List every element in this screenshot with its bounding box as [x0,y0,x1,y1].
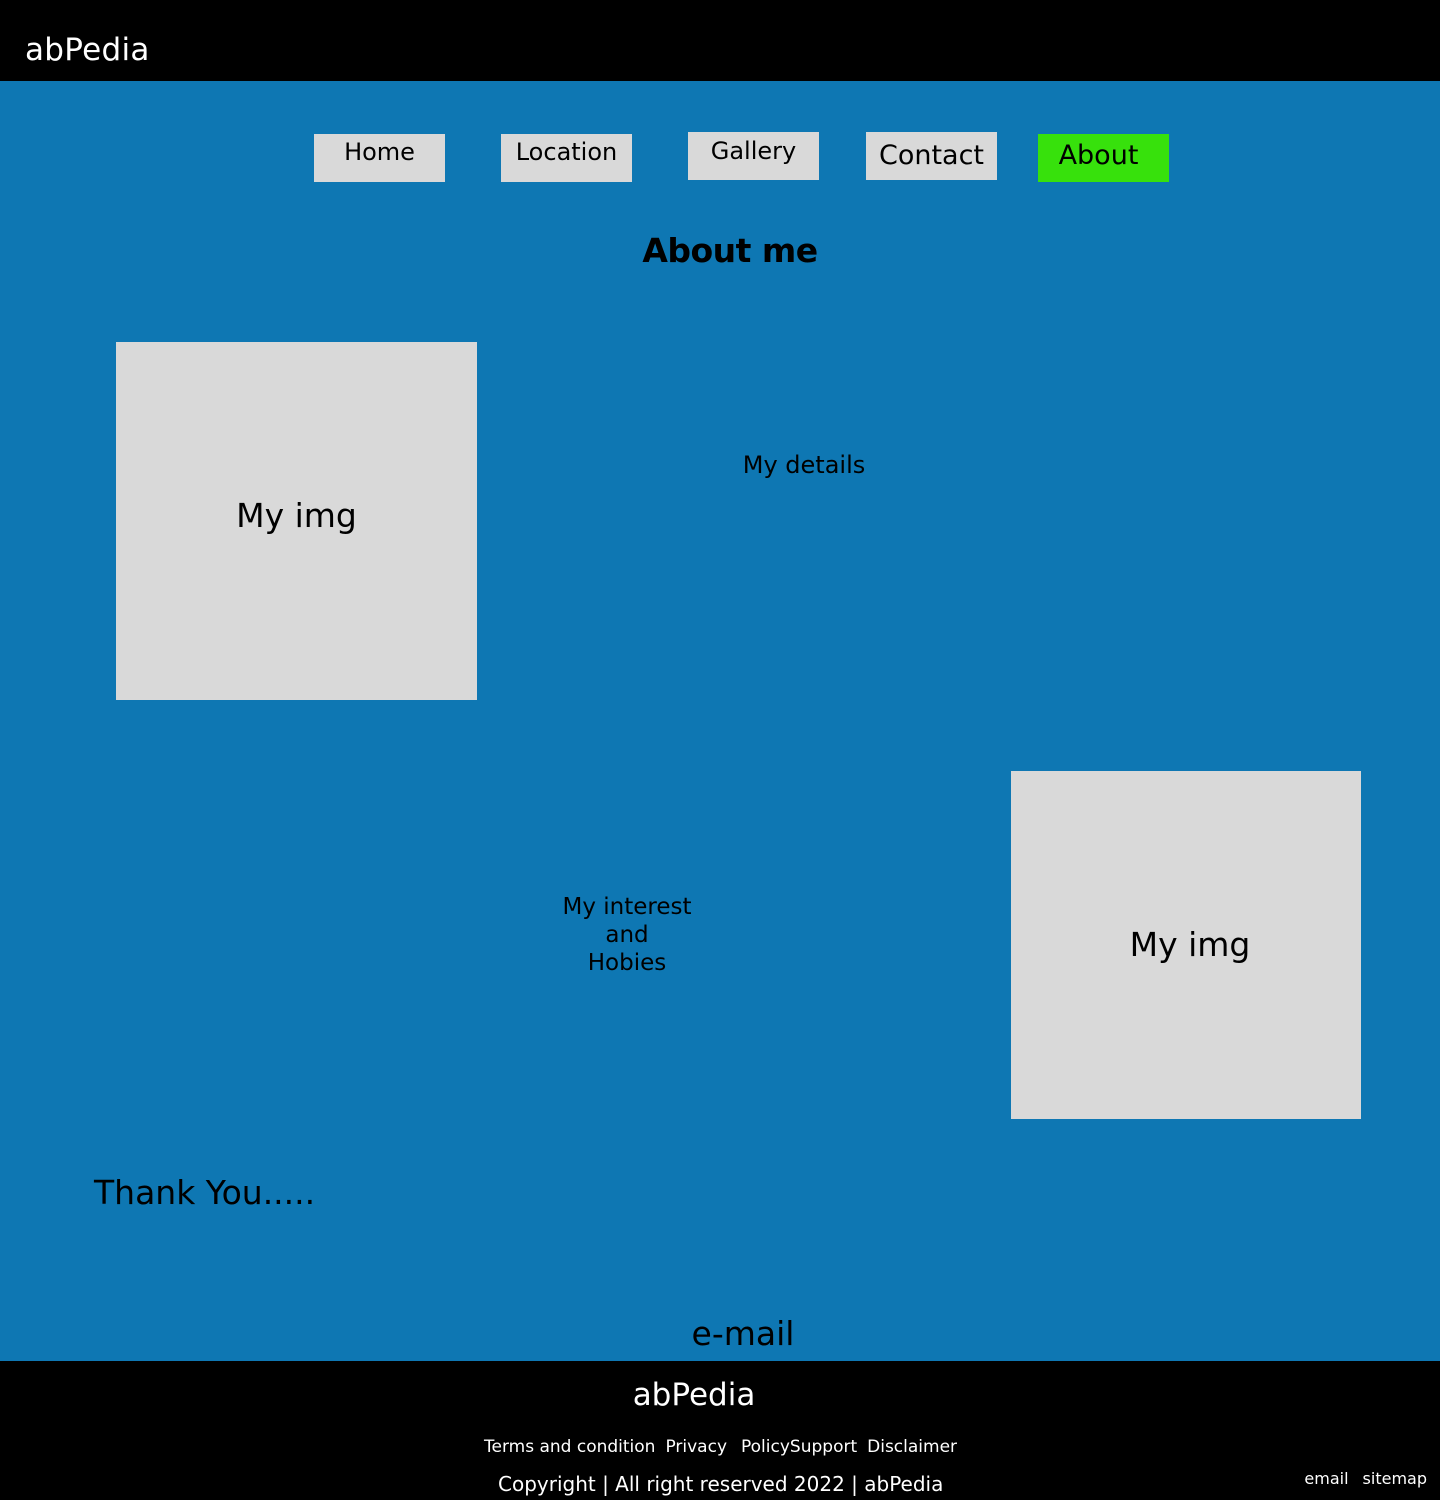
nav-contact-button[interactable]: Contact [866,132,997,180]
nav-about-label: About [1058,140,1139,171]
nav-contact-label: Contact [878,140,985,171]
my-details-text: My details [742,451,866,479]
copyright-text: Copyright | All right reserved 2022 | ab… [498,1472,944,1496]
nav-gallery-label: Gallery [710,137,797,165]
site-footer: abPedia Terms and condition Privacy Policy… [0,1361,1440,1500]
main-content: Home Location Gallery Contact About Abou… [0,81,1440,1361]
thank-you-text: Thank You..... [94,1173,316,1212]
image-placeholder-label: My img [1129,925,1251,964]
footer-disclaimer-link[interactable]: Disclaimer [867,1437,957,1457]
footer-terms-link[interactable]: Terms and condition [484,1437,655,1457]
nav-about-button[interactable]: About [1038,134,1169,182]
nav-location-label: Location [515,138,618,166]
image-placeholder-label: My img [236,496,357,535]
footer-email-link[interactable]: email [1304,1469,1348,1488]
hobby-image-placeholder: My img [1011,771,1361,1119]
interests-text: My interest and Hobies [527,893,727,977]
footer-utility-links: email sitemap [1304,1469,1427,1488]
interests-line: Hobies [587,950,667,976]
site-logo-text[interactable]: abPedia [25,30,150,70]
email-link[interactable]: e-mail [643,1314,843,1353]
nav-home-label: Home [344,138,415,166]
footer-privacy-link[interactable]: Privacy [665,1437,727,1457]
nav-home-button[interactable]: Home [314,134,445,182]
footer-policy-support-link[interactable]: PolicySupport [741,1437,857,1457]
interests-line: My interest [562,894,692,920]
profile-image-placeholder: My img [116,342,477,700]
nav-gallery-button[interactable]: Gallery [688,132,819,180]
footer-sitemap-link[interactable]: sitemap [1363,1469,1427,1488]
site-header: abPedia [0,0,1440,81]
footer-logo-text[interactable]: abPedia [594,1377,794,1413]
footer-links: Terms and condition Privacy PolicySupport D… [484,1437,957,1457]
interests-line: and [605,922,649,948]
page-title: About me [642,231,818,270]
nav-location-button[interactable]: Location [501,134,632,182]
